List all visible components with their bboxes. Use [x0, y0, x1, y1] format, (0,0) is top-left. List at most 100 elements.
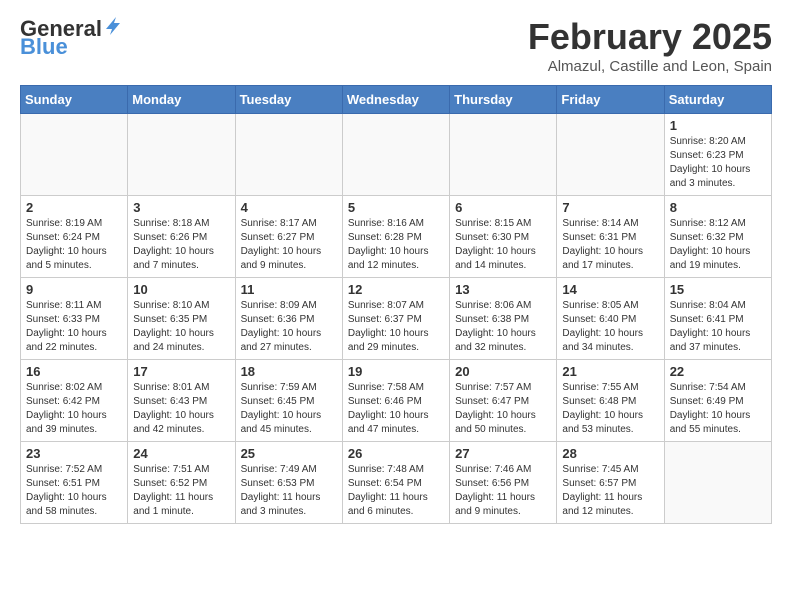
table-row: 20 Sunrise: 7:57 AM Sunset: 6:47 PM Dayli… — [450, 360, 557, 442]
day-number: 6 — [455, 200, 551, 215]
table-row: 19 Sunrise: 7:58 AM Sunset: 6:46 PM Dayli… — [342, 360, 449, 442]
day-number: 13 — [455, 282, 551, 297]
table-row: 22 Sunrise: 7:54 AM Sunset: 6:49 PM Dayli… — [664, 360, 771, 442]
table-row — [342, 114, 449, 196]
day-info: Sunrise: 8:02 AM Sunset: 6:42 PM Dayligh… — [26, 381, 122, 437]
day-number: 23 — [26, 446, 122, 461]
day-number: 15 — [670, 282, 766, 297]
day-info: Sunrise: 7:52 AM Sunset: 6:51 PM Dayligh… — [26, 463, 122, 519]
table-row: 18Sunrise: 7:59 AM Sunset: 6:45 PM Dayli… — [235, 360, 342, 442]
table-row: 15Sunrise: 8:04 AM Sunset: 6:41 PM Dayli… — [664, 278, 771, 360]
day-number: 8 — [670, 200, 766, 215]
calendar-week-row: 9 Sunrise: 8:11 AM Sunset: 6:33 PM Daylig… — [21, 278, 772, 360]
col-monday: Monday — [128, 86, 235, 114]
table-row: 1 Sunrise: 8:20 AM Sunset: 6:23 PM Daylig… — [664, 114, 771, 196]
calendar-week-row: 1 Sunrise: 8:20 AM Sunset: 6:23 PM Daylig… — [21, 114, 772, 196]
day-info: Sunrise: 7:45 AM Sunset: 6:57 PM Dayligh… — [562, 463, 658, 519]
col-saturday: Saturday — [664, 86, 771, 114]
day-number: 1 — [670, 118, 766, 133]
day-info: Sunrise: 8:20 AM Sunset: 6:23 PM Dayligh… — [670, 135, 766, 191]
table-row: 11Sunrise: 8:09 AM Sunset: 6:36 PM Dayli… — [235, 278, 342, 360]
col-sunday: Sunday — [21, 86, 128, 114]
logo: General Blue — [20, 16, 122, 60]
day-number: 5 — [348, 200, 444, 215]
table-row: 14 Sunrise: 8:05 AM Sunset: 6:40 PM Dayli… — [557, 278, 664, 360]
day-info: Sunrise: 7:54 AM Sunset: 6:49 PM Dayligh… — [670, 381, 766, 437]
col-tuesday: Tuesday — [235, 86, 342, 114]
table-row: 17 Sunrise: 8:01 AM Sunset: 6:43 PM Dayli… — [128, 360, 235, 442]
table-row: 9 Sunrise: 8:11 AM Sunset: 6:33 PM Daylig… — [21, 278, 128, 360]
table-row — [21, 114, 128, 196]
day-info: Sunrise: 7:51 AM Sunset: 6:52 PM Dayligh… — [133, 463, 229, 519]
logo-arrow-icon — [106, 17, 122, 37]
day-number: 14 — [562, 282, 658, 297]
day-number: 22 — [670, 364, 766, 379]
calendar-header-row: Sunday Monday Tuesday Wednesday Thursday… — [21, 86, 772, 114]
table-row: 28 Sunrise: 7:45 AM Sunset: 6:57 PM Dayli… — [557, 442, 664, 524]
day-info: Sunrise: 8:19 AM Sunset: 6:24 PM Dayligh… — [26, 217, 122, 273]
table-row: 3Sunrise: 8:18 AM Sunset: 6:26 PM Daylig… — [128, 196, 235, 278]
day-number: 21 — [562, 364, 658, 379]
table-row: 27Sunrise: 7:46 AM Sunset: 6:56 PM Dayli… — [450, 442, 557, 524]
table-row: 7 Sunrise: 8:14 AM Sunset: 6:31 PM Daylig… — [557, 196, 664, 278]
day-info: Sunrise: 7:59 AM Sunset: 6:45 PM Dayligh… — [241, 381, 337, 437]
day-number: 17 — [133, 364, 229, 379]
day-number: 16 — [26, 364, 122, 379]
day-number: 9 — [26, 282, 122, 297]
table-row — [557, 114, 664, 196]
day-number: 2 — [26, 200, 122, 215]
day-number: 19 — [348, 364, 444, 379]
col-thursday: Thursday — [450, 86, 557, 114]
table-row: 16 Sunrise: 8:02 AM Sunset: 6:42 PM Dayli… — [21, 360, 128, 442]
table-row: 25 Sunrise: 7:49 AM Sunset: 6:53 PM Dayli… — [235, 442, 342, 524]
day-info: Sunrise: 8:16 AM Sunset: 6:28 PM Dayligh… — [348, 217, 444, 273]
day-info: Sunrise: 7:58 AM Sunset: 6:46 PM Dayligh… — [348, 381, 444, 437]
day-number: 28 — [562, 446, 658, 461]
col-wednesday: Wednesday — [342, 86, 449, 114]
header: General Blue February 2025 Almazul, Cast… — [20, 16, 772, 75]
table-row: 5 Sunrise: 8:16 AM Sunset: 6:28 PM Daylig… — [342, 196, 449, 278]
day-info: Sunrise: 8:01 AM Sunset: 6:43 PM Dayligh… — [133, 381, 229, 437]
day-number: 3 — [133, 200, 229, 215]
day-number: 4 — [241, 200, 337, 215]
day-info: Sunrise: 7:46 AM Sunset: 6:56 PM Dayligh… — [455, 463, 551, 519]
day-info: Sunrise: 7:55 AM Sunset: 6:48 PM Dayligh… — [562, 381, 658, 437]
table-row: 8 Sunrise: 8:12 AM Sunset: 6:32 PM Daylig… — [664, 196, 771, 278]
table-row: 2 Sunrise: 8:19 AM Sunset: 6:24 PM Daylig… — [21, 196, 128, 278]
table-row — [664, 442, 771, 524]
day-info: Sunrise: 8:12 AM Sunset: 6:32 PM Dayligh… — [670, 217, 766, 273]
day-info: Sunrise: 7:49 AM Sunset: 6:53 PM Dayligh… — [241, 463, 337, 519]
day-info: Sunrise: 8:11 AM Sunset: 6:33 PM Dayligh… — [26, 299, 122, 355]
table-row: 24 Sunrise: 7:51 AM Sunset: 6:52 PM Dayli… — [128, 442, 235, 524]
col-friday: Friday — [557, 86, 664, 114]
day-number: 12 — [348, 282, 444, 297]
day-info: Sunrise: 8:15 AM Sunset: 6:30 PM Dayligh… — [455, 217, 551, 273]
logo-blue: Blue — [20, 34, 68, 60]
day-number: 10 — [133, 282, 229, 297]
title-block: February 2025 Almazul, Castille and Leon… — [528, 16, 772, 75]
day-info: Sunrise: 8:10 AM Sunset: 6:35 PM Dayligh… — [133, 299, 229, 355]
table-row: 21 Sunrise: 7:55 AM Sunset: 6:48 PM Dayli… — [557, 360, 664, 442]
month-title: February 2025 — [528, 16, 772, 58]
day-info: Sunrise: 8:14 AM Sunset: 6:31 PM Dayligh… — [562, 217, 658, 273]
calendar-week-row: 16 Sunrise: 8:02 AM Sunset: 6:42 PM Dayli… — [21, 360, 772, 442]
location: Almazul, Castille and Leon, Spain — [528, 58, 772, 75]
day-info: Sunrise: 8:09 AM Sunset: 6:36 PM Dayligh… — [241, 299, 337, 355]
day-info: Sunrise: 8:05 AM Sunset: 6:40 PM Dayligh… — [562, 299, 658, 355]
table-row — [450, 114, 557, 196]
day-info: Sunrise: 8:17 AM Sunset: 6:27 PM Dayligh… — [241, 217, 337, 273]
table-row: 26Sunrise: 7:48 AM Sunset: 6:54 PM Dayli… — [342, 442, 449, 524]
day-number: 25 — [241, 446, 337, 461]
day-number: 26 — [348, 446, 444, 461]
day-info: Sunrise: 8:06 AM Sunset: 6:38 PM Dayligh… — [455, 299, 551, 355]
day-number: 24 — [133, 446, 229, 461]
table-row — [235, 114, 342, 196]
day-info: Sunrise: 7:57 AM Sunset: 6:47 PM Dayligh… — [455, 381, 551, 437]
table-row: 6 Sunrise: 8:15 AM Sunset: 6:30 PM Daylig… — [450, 196, 557, 278]
table-row: 4 Sunrise: 8:17 AM Sunset: 6:27 PM Daylig… — [235, 196, 342, 278]
table-row: 13 Sunrise: 8:06 AM Sunset: 6:38 PM Dayli… — [450, 278, 557, 360]
day-number: 20 — [455, 364, 551, 379]
day-info: Sunrise: 8:07 AM Sunset: 6:37 PM Dayligh… — [348, 299, 444, 355]
day-number: 7 — [562, 200, 658, 215]
calendar-table: Sunday Monday Tuesday Wednesday Thursday… — [20, 85, 772, 524]
